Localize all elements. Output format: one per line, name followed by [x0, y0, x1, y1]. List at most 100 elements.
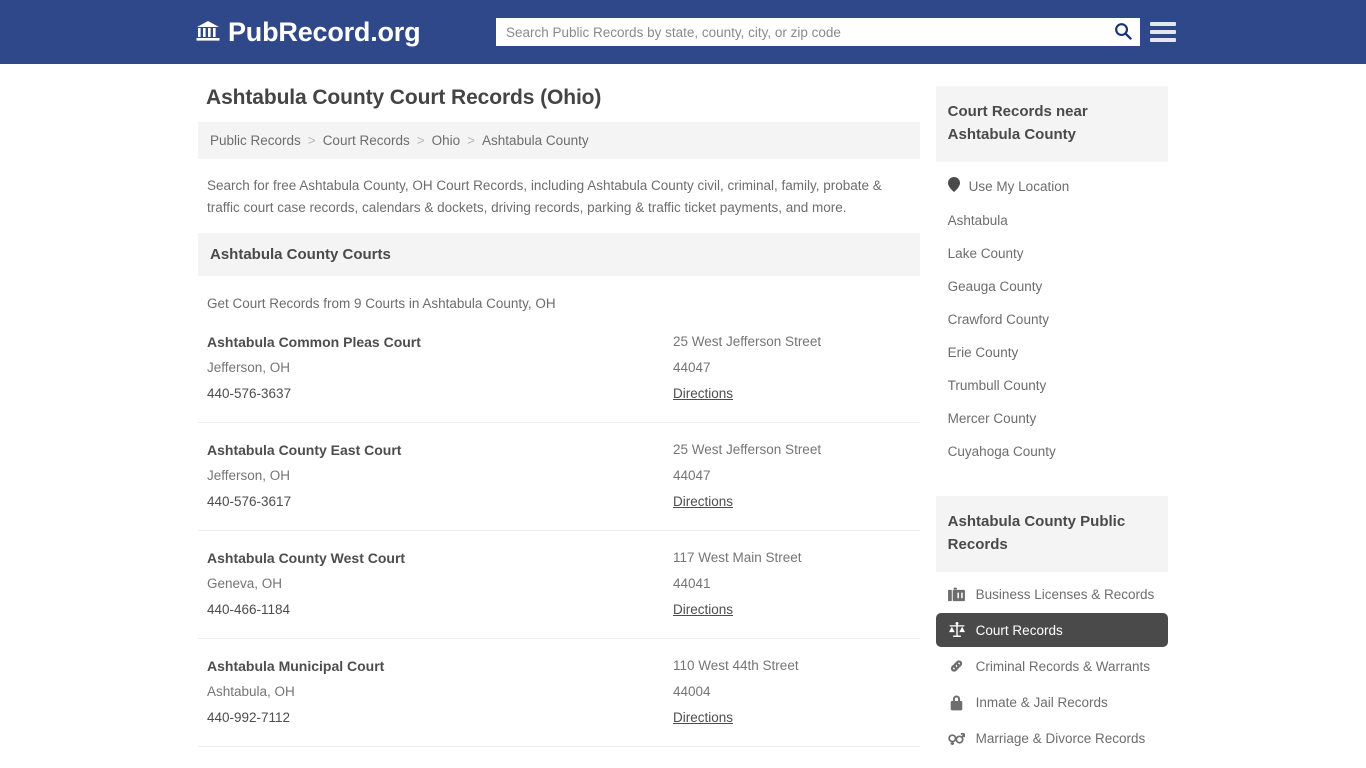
sidebar-record-item-inmate-jail-records[interactable]: Inmate & Jail Records: [936, 685, 1168, 720]
court-zip: 44047: [673, 360, 711, 375]
court-row-left: Ashtabula Common Pleas Court Jefferson, O…: [207, 329, 673, 407]
court-row-left: Andover Mayor's CourtAndover, OH440-293-…: [207, 761, 673, 768]
sidebar-record-item-marriage-divorce-records[interactable]: Marriage & Divorce Records: [936, 722, 1168, 755]
nearby-county-list: Use My Location Ashtabula Lake County Geaug…: [936, 162, 1168, 472]
court-directions-link[interactable]: Directions: [673, 597, 733, 623]
sidebar-nearby-item-crawford-county[interactable]: Crawford County: [936, 303, 1168, 336]
court-row-left: Ashtabula Municipal Court Ashtabula, OH 44…: [207, 653, 673, 731]
sidebar-nearby-item-label: Erie County: [947, 345, 1019, 360]
sidebar-nearby-item-label: Cuyahoga County: [947, 444, 1056, 459]
sidebar-nearby-item-label: Ashtabula: [947, 213, 1008, 228]
sidebar-nearby-item-cuyahoga-county[interactable]: Cuyahoga County: [936, 435, 1168, 468]
court-row: Ashtabula County East Court Jefferson, OH…: [198, 422, 920, 530]
court-name[interactable]: Andover Mayor's Court: [207, 761, 673, 768]
bank-icon: [196, 20, 220, 47]
court-name[interactable]: Ashtabula County West Court: [207, 545, 673, 571]
page-body: Ashtabula County Court Records (Ohio) Pu…: [0, 64, 1366, 768]
court-directions-link[interactable]: Directions: [673, 705, 733, 731]
search-button[interactable]: [1106, 18, 1140, 46]
court-address: 25 West Jefferson Street: [673, 442, 822, 457]
sidebar-nearby-item-label: Geauga County: [947, 279, 1043, 294]
search-icon: [1114, 22, 1132, 43]
court-row: Ashtabula Common Pleas Court Jefferson, O…: [198, 321, 920, 422]
courts-section-subheading: Get Court Records from 9 Courts in Ashta…: [207, 296, 556, 311]
court-city: Geneva, OH: [207, 576, 283, 591]
courts-section-heading: Ashtabula County Courts: [198, 233, 920, 276]
court-row: Ashtabula Municipal Court Ashtabula, OH 44…: [198, 638, 920, 746]
briefcase-icon: [948, 587, 966, 602]
site-header: PubRecord.org: [0, 0, 1366, 64]
court-city: Ashtabula, OH: [207, 684, 295, 699]
court-phone: 440-466-1184: [207, 602, 291, 617]
courts-list: Ashtabula Common Pleas Court Jefferson, O…: [198, 321, 920, 768]
court-row: Ashtabula County West Court Geneva, OH 440…: [198, 530, 920, 638]
padlock-icon: [948, 694, 966, 711]
court-row-right: 134 Maple Street44003Directions: [673, 761, 911, 768]
court-address: 134 Maple Street: [673, 761, 911, 768]
breadcrumb-item-ohio[interactable]: Ohio: [432, 133, 461, 148]
court-directions-link[interactable]: Directions: [673, 489, 733, 515]
sidebar-record-item-business-licenses-records[interactable]: Business Licenses & Records: [936, 578, 1168, 611]
court-address: 25 West Jefferson Street: [673, 334, 822, 349]
court-row-left: Ashtabula County East Court Jefferson, OH…: [207, 437, 673, 515]
court-city: Jefferson, OH: [207, 360, 291, 375]
court-zip: 44047: [673, 468, 711, 483]
court-row-right: 117 West Main Street 44041 Directions: [673, 545, 911, 623]
sidebar-nearby-item-label: Mercer County: [947, 411, 1037, 426]
sidebar-nearby-item-label: Trumbull County: [947, 378, 1047, 393]
breadcrumb-separator: >: [307, 133, 316, 148]
court-row-left: Ashtabula County West Court Geneva, OH 440…: [207, 545, 673, 623]
court-name[interactable]: Ashtabula Municipal Court: [207, 653, 673, 679]
sidebar-nearby-item-trumbull-county[interactable]: Trumbull County: [936, 369, 1168, 402]
sidebar-nearby-item-lake-county[interactable]: Lake County: [936, 237, 1168, 270]
court-name[interactable]: Ashtabula County East Court: [207, 437, 673, 463]
sidebar-nearby-item-geauga-county[interactable]: Geauga County: [936, 270, 1168, 303]
scales-icon: [948, 622, 966, 638]
sidebar-nearby-item-erie-county[interactable]: Erie County: [936, 336, 1168, 369]
sidebar-nearby-item-ashtabula[interactable]: Ashtabula: [936, 204, 1168, 237]
sidebar-record-item-label: Business Licenses & Records: [975, 587, 1155, 602]
court-zip: 44041: [673, 576, 711, 591]
page-title: Ashtabula County Court Records (Ohio): [206, 86, 602, 109]
nearby-panel-heading: Court Records near Ashtabula County: [935, 86, 1168, 162]
court-zip: 44004: [673, 684, 711, 699]
court-row-right: 25 West Jefferson Street 44047 Directions: [673, 437, 911, 515]
breadcrumb-separator: >: [416, 133, 425, 148]
search-bar: [496, 18, 1140, 46]
breadcrumb-item-court-records[interactable]: Court Records: [323, 133, 410, 148]
breadcrumb-item-public-records[interactable]: Public Records: [210, 133, 301, 148]
public-records-panel-heading: Ashtabula County Public Records: [935, 496, 1168, 572]
court-row-right: 110 West 44th Street 44004 Directions: [673, 653, 911, 731]
court-address: 117 West Main Street: [673, 550, 802, 565]
sidebar-record-item-label: Criminal Records & Warrants: [975, 658, 1150, 674]
court-name[interactable]: Ashtabula Common Pleas Court: [207, 329, 673, 355]
site-logo[interactable]: PubRecord.org: [196, 17, 421, 47]
search-input[interactable]: [496, 18, 1106, 46]
breadcrumb: Public Records > Court Records > Ohio > Ashtab…: [198, 122, 920, 159]
sidebar-record-item-label: Marriage & Divorce Records: [975, 731, 1146, 746]
sidebar-nearby-item-label: Lake County: [947, 246, 1024, 261]
sidebar-record-item-court-records[interactable]: Court Records: [935, 613, 1168, 647]
map-pin-icon: [947, 177, 960, 195]
gender-symbols-icon: [948, 731, 966, 746]
sidebar-record-item-label: Court Records: [975, 622, 1063, 638]
court-phone: 440-992-7112: [207, 710, 291, 725]
sidebar-nearby-item-use-my-location[interactable]: Use My Location: [936, 168, 1168, 204]
breadcrumb-item-ashtabula-county[interactable]: Ashtabula County: [482, 133, 589, 148]
sidebar-record-item-criminal-records-warrants[interactable]: Criminal Records & Warrants: [936, 649, 1168, 683]
court-row: Andover Mayor's CourtAndover, OH440-293-…: [198, 746, 920, 768]
court-phone: 440-576-3617: [207, 494, 292, 509]
hamburger-menu-icon[interactable]: [1150, 18, 1176, 46]
court-address: 110 West 44th Street: [673, 658, 799, 673]
intro-description: Search for free Ashtabula County, OH Cou…: [207, 178, 882, 215]
sidebar-nearby-item-mercer-county[interactable]: Mercer County: [936, 402, 1168, 435]
sidebar-nearby-item-label: Use My Location: [968, 178, 1070, 194]
court-city: Jefferson, OH: [207, 468, 291, 483]
main-content: Ashtabula County Court Records (Ohio) Pu…: [198, 86, 920, 768]
breadcrumb-separator: >: [467, 133, 476, 148]
sidebar-record-item-label: Inmate & Jail Records: [975, 695, 1108, 710]
chain-link-icon: [948, 658, 966, 674]
site-logo-text: PubRecord.org: [228, 17, 421, 47]
court-directions-link[interactable]: Directions: [673, 381, 733, 407]
